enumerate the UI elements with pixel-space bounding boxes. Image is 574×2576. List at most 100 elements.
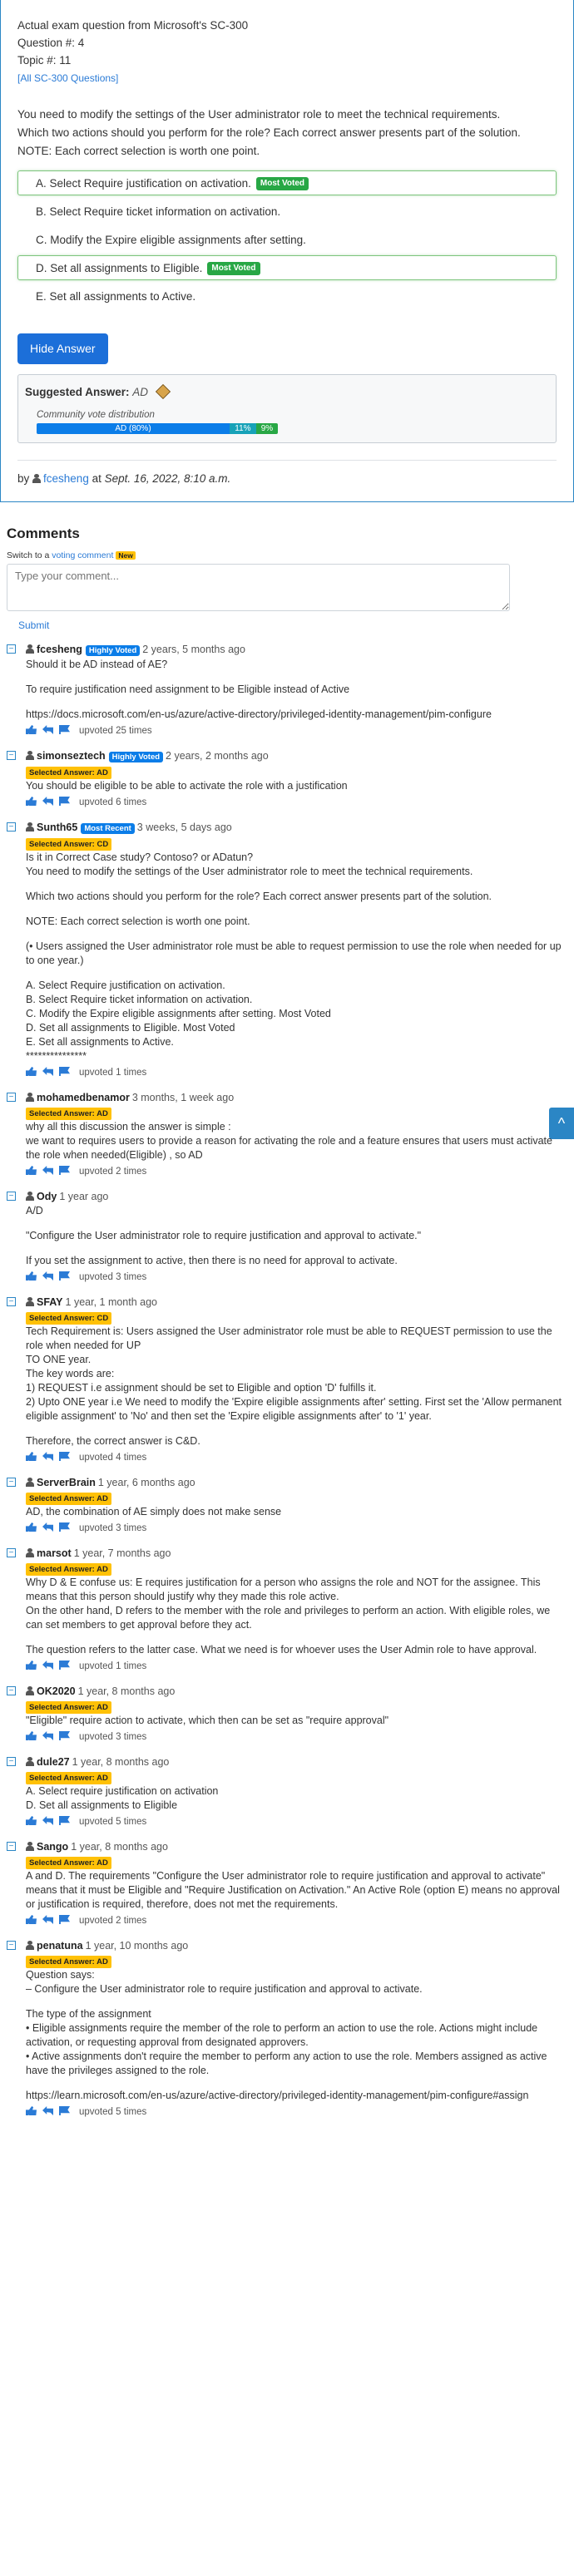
comment-username[interactable]: dule27 bbox=[37, 1756, 70, 1768]
collapse-toggle-icon[interactable]: − bbox=[7, 1093, 16, 1102]
user-icon bbox=[26, 1686, 34, 1695]
upvote-icon[interactable] bbox=[26, 1271, 37, 1281]
all-questions-link[interactable]: [All SC-300 Questions] bbox=[17, 72, 118, 84]
upvote-icon[interactable] bbox=[26, 1816, 37, 1825]
collapse-toggle-icon[interactable]: − bbox=[7, 1842, 16, 1851]
answer-choice[interactable]: A. Select Require justification on activ… bbox=[17, 170, 557, 195]
comment-username[interactable]: Sango bbox=[37, 1841, 68, 1853]
comment-username[interactable]: marsot bbox=[37, 1547, 72, 1559]
comment-text: we want to requires users to provide a r… bbox=[26, 1135, 552, 1161]
voting-comment-link[interactable]: voting comment bbox=[52, 550, 113, 560]
collapse-toggle-icon[interactable]: − bbox=[7, 1941, 16, 1950]
flag-icon[interactable] bbox=[59, 797, 70, 806]
upvote-icon[interactable] bbox=[26, 1661, 37, 1670]
answer-choice[interactable]: D. Set all assignments to Eligible. Most … bbox=[17, 255, 557, 280]
upvote-number: 3 bbox=[116, 1523, 121, 1533]
comment-username[interactable]: Sunth65 bbox=[37, 822, 77, 833]
flag-icon[interactable] bbox=[59, 2106, 70, 2115]
comment-text: To require justification need assignment… bbox=[26, 683, 350, 695]
reply-icon[interactable] bbox=[42, 725, 53, 734]
question-date: Sept. 16, 2022, 8:10 a.m. bbox=[104, 472, 231, 485]
flag-icon[interactable] bbox=[59, 1271, 70, 1281]
upvote-icon[interactable] bbox=[26, 1915, 37, 1924]
upvote-suffix: times bbox=[123, 1661, 147, 1671]
comment-username[interactable]: mohamedbenamor bbox=[37, 1092, 130, 1103]
collapse-toggle-icon[interactable]: − bbox=[7, 822, 16, 832]
reply-icon[interactable] bbox=[42, 1067, 53, 1076]
comment-username[interactable]: Ody bbox=[37, 1191, 57, 1202]
answer-choice[interactable]: B. Select Require ticket information on … bbox=[17, 199, 557, 224]
reply-icon[interactable] bbox=[42, 2106, 53, 2115]
reply-icon[interactable] bbox=[42, 1661, 53, 1670]
collapse-toggle-icon[interactable]: − bbox=[7, 1686, 16, 1695]
comment-text: Should it be AD instead of AE? bbox=[26, 659, 168, 670]
upvote-suffix: times bbox=[123, 1817, 147, 1827]
reply-icon[interactable] bbox=[42, 1915, 53, 1924]
reply-icon[interactable] bbox=[42, 1522, 53, 1532]
answer-choice[interactable]: E. Set all assignments to Active. bbox=[17, 284, 557, 308]
collapse-toggle-icon[interactable]: − bbox=[7, 1297, 16, 1306]
upvote-icon[interactable] bbox=[26, 725, 37, 734]
comment-link[interactable]: https://learn.microsoft.com/en-us/azure/… bbox=[26, 2089, 567, 2103]
comment-username[interactable]: OK2020 bbox=[37, 1685, 76, 1697]
question-byline: by fcesheng at Sept. 16, 2022, 8:10 a.m. bbox=[17, 460, 557, 485]
answer-choice[interactable]: C. Modify the Expire eligible assignment… bbox=[17, 227, 557, 252]
reply-icon[interactable] bbox=[42, 1271, 53, 1281]
reply-icon[interactable] bbox=[42, 1731, 53, 1740]
comment-username[interactable]: fcesheng bbox=[37, 644, 82, 655]
collapse-toggle-icon[interactable]: − bbox=[7, 1757, 16, 1766]
flag-icon[interactable] bbox=[59, 1522, 70, 1532]
comment-username[interactable]: penatuna bbox=[37, 1940, 83, 1952]
comment-username[interactable]: ServerBrain bbox=[37, 1477, 96, 1488]
comment-actions: upvoted 2 times bbox=[26, 1165, 567, 1178]
upvote-icon[interactable] bbox=[26, 1452, 37, 1461]
most-recent-badge: Most Recent bbox=[81, 823, 135, 834]
reply-icon[interactable] bbox=[42, 797, 53, 806]
flag-icon[interactable] bbox=[59, 1067, 70, 1076]
comment-body: Tech Requirement is: Users assigned the … bbox=[26, 1325, 567, 1448]
comment: − SFAY 1 year, 1 month ago Selected Answer:… bbox=[7, 1295, 567, 1464]
hide-answer-button[interactable]: Hide Answer bbox=[17, 333, 108, 364]
upvote-icon[interactable] bbox=[26, 2106, 37, 2115]
flag-icon[interactable] bbox=[59, 1915, 70, 1924]
upvote-icon[interactable] bbox=[26, 1522, 37, 1532]
most-voted-badge: Most Voted bbox=[207, 262, 260, 276]
flag-icon[interactable] bbox=[59, 1731, 70, 1740]
collapse-toggle-icon[interactable]: − bbox=[7, 1548, 16, 1557]
comment-link[interactable]: https://docs.microsoft.com/en-us/azure/a… bbox=[26, 708, 567, 722]
reply-icon[interactable] bbox=[42, 1816, 53, 1825]
reveal-cube-icon[interactable] bbox=[155, 383, 171, 400]
collapse-toggle-icon[interactable]: − bbox=[7, 1192, 16, 1201]
comment-body: A/D "Configure the User administrator rol… bbox=[26, 1204, 567, 1268]
comment-input[interactable] bbox=[7, 564, 510, 611]
upvote-count: upvoted 5 times bbox=[79, 1817, 146, 1827]
flag-icon[interactable] bbox=[59, 1166, 70, 1175]
upvote-icon[interactable] bbox=[26, 797, 37, 806]
flag-icon[interactable] bbox=[59, 1452, 70, 1461]
author-link[interactable]: fcesheng bbox=[43, 472, 89, 485]
comment-text: You need to modify the settings of the U… bbox=[26, 866, 473, 877]
comment-username[interactable]: simonseztech bbox=[37, 750, 106, 762]
upvote-icon[interactable] bbox=[26, 1067, 37, 1076]
reply-icon[interactable] bbox=[42, 1166, 53, 1175]
selected-answer-badge: Selected Answer: AD bbox=[26, 1701, 111, 1714]
question-line: Which two actions should you perform for… bbox=[17, 126, 521, 139]
collapse-toggle-icon[interactable]: − bbox=[7, 751, 16, 760]
collapse-toggle-icon[interactable]: − bbox=[7, 644, 16, 654]
upvote-prefix: upvoted bbox=[79, 2107, 113, 2117]
user-icon bbox=[26, 1842, 34, 1851]
collapse-toggle-icon[interactable]: − bbox=[7, 1478, 16, 1487]
upvote-icon[interactable] bbox=[26, 1166, 37, 1175]
submit-button[interactable]: Submit bbox=[18, 619, 567, 631]
upvote-number: 1 bbox=[116, 1661, 121, 1671]
upvote-prefix: upvoted bbox=[79, 1453, 113, 1463]
upvote-suffix: times bbox=[129, 726, 152, 736]
flag-icon[interactable] bbox=[59, 1816, 70, 1825]
comment-text: The type of the assignment bbox=[26, 2008, 151, 2020]
flag-icon[interactable] bbox=[59, 725, 70, 734]
comment-header: penatuna 1 year, 10 months ago bbox=[26, 1939, 567, 1953]
upvote-icon[interactable] bbox=[26, 1731, 37, 1740]
comment-username[interactable]: SFAY bbox=[37, 1296, 63, 1308]
reply-icon[interactable] bbox=[42, 1452, 53, 1461]
flag-icon[interactable] bbox=[59, 1661, 70, 1670]
